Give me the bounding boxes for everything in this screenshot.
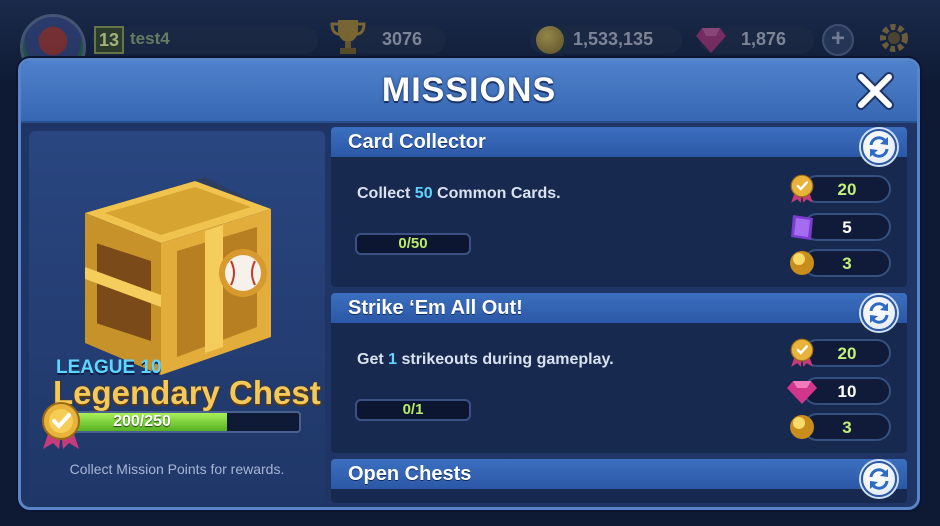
player-username: test4 — [130, 29, 170, 48]
mission-card: Strike ‘Em All Out! Get 1 strikeouts dur… — [331, 293, 907, 453]
mission-card-header: Strike ‘Em All Out! — [331, 293, 907, 323]
chest-name: Legendary Chest — [53, 374, 321, 411]
modal-header: MISSIONS — [21, 61, 917, 123]
chest-panel: LEAGUE 10 Legendary Chest 200/250 Collec… — [29, 131, 325, 505]
mission-card: Open Chests — [331, 459, 907, 503]
mission-point-medal-icon — [42, 402, 80, 449]
mission-description: Collect 50 Common Cards. — [357, 185, 561, 202]
mission-progress: 0/50 — [355, 233, 471, 255]
reward-coins: 3 — [790, 413, 891, 441]
chest-progress-bar: 200/250 — [55, 411, 301, 433]
reward-value: 3 — [842, 418, 852, 437]
coin-count: 1,533,135 — [573, 29, 654, 49]
mission-card-header: Open Chests — [331, 459, 907, 489]
refresh-icon — [869, 302, 889, 324]
gem-count: 1,876 — [741, 29, 787, 49]
close-icon[interactable] — [853, 69, 897, 113]
player-name-pill — [92, 26, 318, 54]
mission-card-header: Card Collector — [331, 127, 907, 157]
mission-title: Open Chests — [348, 463, 472, 485]
player-level-badge: 13 — [94, 26, 124, 54]
refresh-icon — [869, 136, 889, 158]
reward-value: 10 — [837, 382, 857, 401]
reward-mission-points: 20 — [790, 338, 891, 367]
reward-gems: 10 — [787, 377, 891, 405]
coin-icon — [536, 26, 564, 54]
reward-cards: 5 — [791, 213, 891, 241]
modal-title: MISSIONS — [381, 71, 557, 109]
trophy-icon — [330, 20, 366, 54]
chest-panel-footer: Collect Mission Points for rewards. — [69, 461, 285, 477]
settings-gear-icon[interactable] — [876, 20, 912, 56]
refresh-mission-button[interactable] — [861, 461, 897, 497]
mission-title: Card Collector — [348, 131, 486, 153]
refresh-mission-button[interactable] — [861, 129, 897, 165]
mission-card: Card Collector Collect 50 Common Cards. … — [331, 127, 907, 287]
add-gems-button[interactable]: + — [822, 24, 854, 56]
reward-coins: 3 — [790, 249, 891, 277]
reward-value: 3 — [842, 254, 852, 273]
reward-value: 20 — [837, 344, 857, 363]
mission-title: Strike ‘Em All Out! — [348, 297, 523, 319]
mission-description: Get 1 strikeouts during gameplay. — [357, 351, 614, 368]
reward-value: 20 — [837, 180, 857, 199]
trophy-count: 3076 — [382, 29, 423, 49]
reward-value: 5 — [842, 218, 852, 237]
mission-progress: 0/1 — [355, 399, 471, 421]
legendary-chest-icon[interactable] — [65, 167, 285, 387]
refresh-icon — [869, 468, 889, 490]
reward-mission-points: 20 — [790, 174, 891, 203]
refresh-mission-button[interactable] — [861, 295, 897, 331]
gem-icon — [696, 28, 726, 53]
missions-modal: MISSIONS LEAGUE 10 Legendary Chest 200/2… — [18, 58, 920, 510]
